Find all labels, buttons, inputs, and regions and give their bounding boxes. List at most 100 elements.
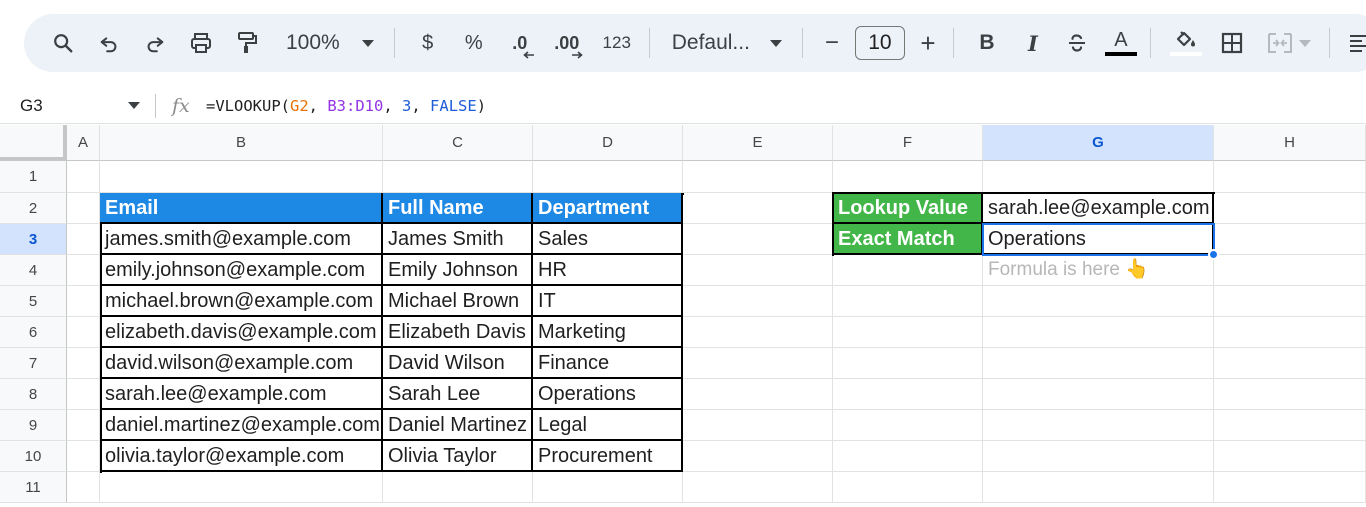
cell-e6[interactable] — [683, 317, 833, 348]
cell-e5[interactable] — [683, 286, 833, 317]
table-cell[interactable]: IT — [533, 286, 683, 317]
table-cell[interactable]: James Smith — [383, 224, 533, 255]
column-header-f[interactable]: F — [833, 125, 983, 161]
cell-f10[interactable] — [833, 441, 983, 472]
cell-h2[interactable] — [1214, 193, 1366, 224]
cell-e3[interactable] — [683, 224, 833, 255]
table-cell[interactable]: Procurement — [533, 441, 683, 472]
row-header-2[interactable]: 2 — [0, 193, 67, 224]
font-size-input[interactable]: 10 — [854, 26, 905, 60]
table-cell[interactable]: emily.johnson@example.com — [100, 255, 383, 286]
table-cell[interactable]: Sales — [533, 224, 683, 255]
cell-f6[interactable] — [833, 317, 983, 348]
cell-f8[interactable] — [833, 379, 983, 410]
cell-g6[interactable] — [983, 317, 1214, 348]
table-cell[interactable]: david.wilson@example.com — [100, 348, 383, 379]
row-header-1[interactable]: 1 — [0, 161, 67, 193]
cell-e8[interactable] — [683, 379, 833, 410]
column-header-d[interactable]: D — [533, 125, 683, 161]
cell-f7[interactable] — [833, 348, 983, 379]
cell-d1[interactable] — [533, 161, 683, 193]
lookup-value-cell[interactable]: sarah.lee@example.com — [983, 193, 1214, 224]
table-cell[interactable]: Finance — [533, 348, 683, 379]
cell-h5[interactable] — [1214, 286, 1366, 317]
strikethrough-button[interactable] — [1062, 23, 1092, 63]
table-cell[interactable]: Elizabeth Davis — [383, 317, 533, 348]
print-button[interactable] — [184, 23, 218, 63]
borders-button[interactable] — [1215, 23, 1249, 63]
cell-e7[interactable] — [683, 348, 833, 379]
cell-a8[interactable] — [67, 379, 100, 410]
cell-f9[interactable] — [833, 410, 983, 441]
italic-button[interactable]: I — [1018, 23, 1048, 63]
table-cell[interactable]: Sarah Lee — [383, 379, 533, 410]
cell-e10[interactable] — [683, 441, 833, 472]
cell-f5[interactable] — [833, 286, 983, 317]
more-formats-button[interactable]: 123 — [599, 23, 635, 63]
paint-format-button[interactable] — [230, 23, 264, 63]
cell-g11[interactable] — [983, 472, 1214, 503]
name-box[interactable]: G3 — [0, 88, 150, 124]
table-cell[interactable]: michael.brown@example.com — [100, 286, 383, 317]
undo-button[interactable] — [92, 23, 126, 63]
table-cell[interactable]: elizabeth.davis@example.com — [100, 317, 383, 348]
merge-cells-button[interactable] — [1259, 23, 1319, 63]
cell-f4[interactable] — [833, 255, 983, 286]
cell-h4[interactable] — [1214, 255, 1366, 286]
formula-note-cell[interactable]: Formula is here 👆 — [983, 255, 1214, 286]
cell-h6[interactable] — [1214, 317, 1366, 348]
cell-f11[interactable] — [833, 472, 983, 503]
row-header-10[interactable]: 10 — [0, 441, 67, 472]
cell-a11[interactable] — [67, 472, 100, 503]
table-header-cell[interactable]: Department — [533, 193, 683, 224]
cell-h9[interactable] — [1214, 410, 1366, 441]
fill-color-button[interactable] — [1169, 23, 1203, 63]
cell-a5[interactable] — [67, 286, 100, 317]
row-header-8[interactable]: 8 — [0, 379, 67, 410]
cell-g5[interactable] — [983, 286, 1214, 317]
row-header-6[interactable]: 6 — [0, 317, 67, 348]
table-cell[interactable]: james.smith@example.com — [100, 224, 383, 255]
cell-a2[interactable] — [67, 193, 100, 224]
table-cell[interactable]: Daniel Martinez — [383, 410, 533, 441]
table-header-cell[interactable]: Email — [100, 193, 383, 224]
column-header-g[interactable]: G — [983, 125, 1214, 161]
column-header-b[interactable]: B — [100, 125, 383, 161]
table-cell[interactable]: Marketing — [533, 317, 683, 348]
cell-c11[interactable] — [383, 472, 533, 503]
formula-input[interactable]: =VLOOKUP(G2, B3:D10, 3, FALSE) — [206, 97, 486, 115]
decrease-decimal-button[interactable]: .0 — [503, 23, 537, 63]
exact-match-label[interactable]: Exact Match — [833, 224, 983, 255]
cell-a10[interactable] — [67, 441, 100, 472]
cell-h8[interactable] — [1214, 379, 1366, 410]
table-header-cell[interactable]: Full Name — [383, 193, 533, 224]
cell-g7[interactable] — [983, 348, 1214, 379]
horizontal-align-button[interactable] — [1344, 23, 1366, 63]
table-cell[interactable]: sarah.lee@example.com — [100, 379, 383, 410]
exact-match-result-cell[interactable]: Operations — [983, 224, 1214, 255]
lookup-value-label[interactable]: Lookup Value — [833, 193, 983, 224]
cell-e1[interactable] — [683, 161, 833, 193]
currency-format-button[interactable]: $ — [413, 23, 443, 63]
cell-a9[interactable] — [67, 410, 100, 441]
text-color-button[interactable]: A — [1104, 23, 1138, 63]
cell-d11[interactable] — [533, 472, 683, 503]
cell-e2[interactable] — [683, 193, 833, 224]
row-header-7[interactable]: 7 — [0, 348, 67, 379]
search-menus-button[interactable] — [46, 23, 80, 63]
fill-handle[interactable] — [1208, 249, 1219, 260]
table-cell[interactable]: daniel.martinez@example.com — [100, 410, 383, 441]
cell-g1[interactable] — [983, 161, 1214, 193]
cell-c1[interactable] — [383, 161, 533, 193]
column-header-a[interactable]: A — [67, 125, 100, 161]
row-header-5[interactable]: 5 — [0, 286, 67, 317]
cell-b11[interactable] — [100, 472, 383, 503]
decrease-font-size-button[interactable]: − — [819, 23, 845, 63]
cell-g8[interactable] — [983, 379, 1214, 410]
cell-h11[interactable] — [1214, 472, 1366, 503]
column-header-e[interactable]: E — [683, 125, 833, 161]
column-header-c[interactable]: C — [383, 125, 533, 161]
cell-h1[interactable] — [1214, 161, 1366, 193]
table-cell[interactable]: HR — [533, 255, 683, 286]
table-cell[interactable]: Legal — [533, 410, 683, 441]
